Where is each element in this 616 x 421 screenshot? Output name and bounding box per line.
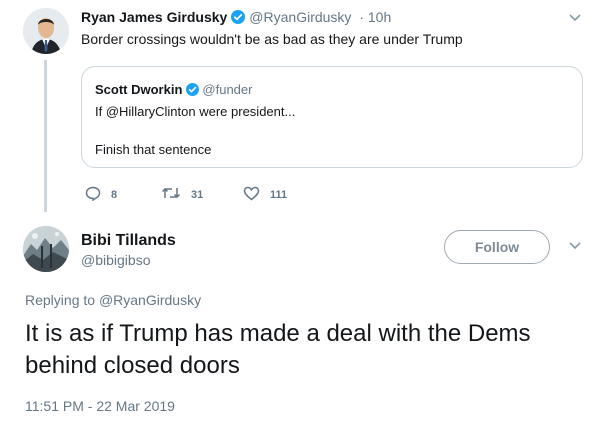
parent-author-line[interactable]: Ryan James Girdusky @RyanGirdusky · 10h xyxy=(81,9,391,27)
verified-badge-icon xyxy=(231,10,246,27)
like-count: 111 xyxy=(270,189,288,201)
quoted-author-line: Scott Dworkin @funder xyxy=(95,82,252,99)
quoted-text-line-1: If @HillaryClinton were president... xyxy=(95,104,296,119)
verified-badge-icon xyxy=(186,83,200,99)
follow-button[interactable]: Follow xyxy=(444,230,550,264)
retweet-button[interactable]: 31 xyxy=(161,186,203,203)
replying-to-mention[interactable]: @RyanGirdusky xyxy=(99,292,201,308)
reply-count: 8 xyxy=(111,189,118,201)
heart-icon xyxy=(243,186,260,204)
main-tweet-timestamp[interactable]: 11:51 PM - 22 Mar 2019 xyxy=(25,398,175,414)
main-tweet-text: It is as if Trump has made a deal with t… xyxy=(25,320,531,379)
parent-author-handle[interactable]: @RyanGirdusky xyxy=(249,9,351,25)
main-author-name[interactable]: Bibi Tillands xyxy=(81,232,176,250)
thread-connector-line xyxy=(44,60,47,212)
avatar-bibi-tillands[interactable] xyxy=(23,226,69,272)
avatar-image xyxy=(23,226,69,272)
reply-button[interactable]: 8 xyxy=(85,186,117,204)
parent-tweet-text: Border crossings wouldn't be as bad as t… xyxy=(81,31,463,47)
reply-icon xyxy=(85,186,101,204)
replying-to-line: Replying to @RyanGirdusky xyxy=(25,292,201,308)
quoted-author-name: Scott Dworkin xyxy=(95,82,183,97)
main-author-handle[interactable]: @bibigibso xyxy=(81,252,150,268)
avatar-image xyxy=(23,8,69,54)
chevron-down-icon[interactable] xyxy=(568,10,582,28)
avatar-ryan-girdusky[interactable] xyxy=(23,8,69,54)
retweet-icon xyxy=(161,186,181,203)
like-button[interactable]: 111 xyxy=(243,186,287,204)
parent-author-name[interactable]: Ryan James Girdusky xyxy=(81,9,227,25)
parent-tweet-time[interactable]: · 10h xyxy=(359,9,391,25)
replying-prefix: Replying to xyxy=(25,292,96,308)
quoted-author-handle: @funder xyxy=(202,82,253,97)
quoted-text-line-2: Finish that sentence xyxy=(95,142,212,157)
chevron-down-icon[interactable] xyxy=(568,238,582,256)
retweet-count: 31 xyxy=(191,188,204,201)
